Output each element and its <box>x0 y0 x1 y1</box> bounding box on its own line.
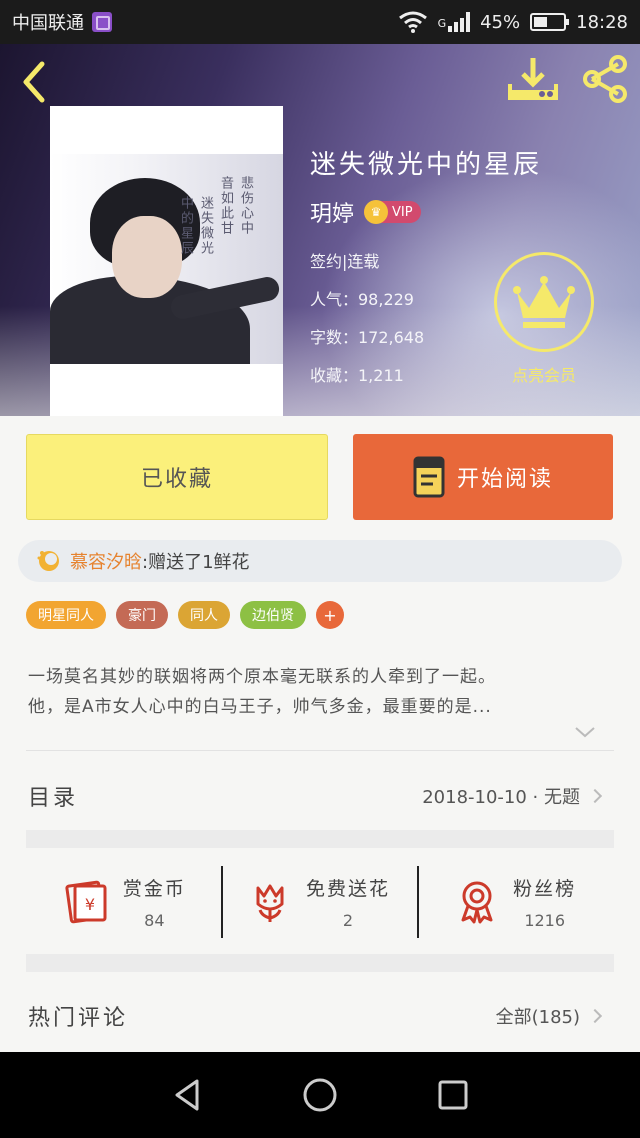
stat-name: 赏金币 <box>122 878 186 900</box>
chevron-right-icon <box>587 788 603 804</box>
gift-announcement[interactable]: 慕容汐晗 :赠送了1鲜花 <box>18 540 622 582</box>
synopsis-line: 一场莫名其妙的联姻将两个原本毫无联系的人牵到了一起。 <box>28 667 496 687</box>
add-tag-button[interactable]: + <box>316 601 344 629</box>
free-flowers-stat[interactable]: 免费送花 2 <box>220 866 418 938</box>
gift-user: 慕容汐晗 <box>70 552 142 573</box>
crown-icon <box>513 276 575 328</box>
start-reading-button[interactable]: 开始阅读 <box>353 434 613 520</box>
stat-name: 粉丝榜 <box>513 878 577 900</box>
vip-label: VIP <box>392 204 413 220</box>
member-button[interactable]: 点亮会员 <box>492 252 596 386</box>
triangle-back-icon <box>175 1079 199 1111</box>
book-cover[interactable]: 中的星辰 迷失微光 音如此甘 悲伤心中 <box>50 106 283 416</box>
nav-back-button[interactable] <box>167 1075 207 1115</box>
signal-icon <box>448 12 471 32</box>
synopsis[interactable]: 一场莫名其妙的联姻将两个原本毫无联系的人牵到了一起。 他，是A市女人心中的白马王… <box>28 662 618 722</box>
svg-text:¥: ¥ <box>85 895 95 914</box>
word-count: 字数：172,648 <box>310 328 425 347</box>
book-icon <box>413 456 445 498</box>
tag-item[interactable]: 边伯贤 <box>240 601 306 629</box>
chevron-down-icon[interactable] <box>574 724 596 740</box>
toc-label: 目录 <box>28 786 79 811</box>
flower-icon <box>256 884 284 922</box>
fan-ranking-stat[interactable]: 粉丝榜 1216 <box>417 866 614 938</box>
nav-recents-button[interactable] <box>433 1075 473 1115</box>
collected-button[interactable]: 已收藏 <box>26 434 328 520</box>
stat-value: 84 <box>144 911 165 930</box>
book-header: 中的星辰 迷失微光 音如此甘 悲伤心中 迷失微光中的星辰 玥婷 ♛ VIP 签约… <box>0 44 640 416</box>
system-nav-bar <box>0 1052 640 1138</box>
stats-row: ¥ 赏金币 84 免费送花 2 粉丝榜 1216 <box>26 866 614 938</box>
cover-text: 中的星辰 <box>178 196 193 256</box>
stat-value: 2 <box>342 911 354 930</box>
cover-text: 音如此甘 <box>218 176 233 236</box>
share-icon[interactable] <box>580 54 630 104</box>
battery-percent: 45% <box>480 11 521 33</box>
tag-item[interactable]: 同人 <box>178 601 230 629</box>
carrier-name: 中国联通 <box>12 13 84 34</box>
table-of-contents-row[interactable]: 目录 2018-10-10 · 无题 <box>28 776 603 816</box>
red-envelope-icon: ¥ <box>65 880 107 924</box>
latest-chapter: 2018-10-10 · 无题 <box>422 787 580 808</box>
square-recents-icon <box>438 1080 468 1110</box>
nav-home-button[interactable] <box>300 1075 340 1115</box>
wifi-icon <box>398 11 427 33</box>
start-reading-label: 开始阅读 <box>456 467 553 492</box>
cover-text: 悲伤心中 <box>238 176 253 236</box>
back-arrow-icon[interactable] <box>18 58 54 106</box>
stat-value: 1216 <box>524 911 566 930</box>
crown-icon: ♛ <box>364 200 389 224</box>
book-title: 迷失微光中的星辰 <box>310 150 543 180</box>
all-comments-link[interactable]: 全部(185) <box>496 1003 580 1029</box>
flower-icon <box>37 551 59 571</box>
author-row: 玥婷 ♛ VIP <box>310 196 421 228</box>
ribbon-medal-icon <box>461 881 493 924</box>
popularity: 人气：98,229 <box>310 290 414 309</box>
clock: 18:28 <box>576 11 628 33</box>
download-icon[interactable] <box>506 54 560 104</box>
tag-item[interactable]: 明星同人 <box>26 601 106 629</box>
tag-item[interactable]: 豪门 <box>116 601 168 629</box>
network-type: G <box>437 17 447 30</box>
chevron-right-icon <box>587 1008 603 1024</box>
comments-label: 热门评论 <box>28 1006 129 1031</box>
author-name[interactable]: 玥婷 <box>310 196 354 228</box>
app-notification-icon <box>92 12 112 32</box>
collected-label: 已收藏 <box>140 467 213 492</box>
favorites-count: 收藏：1,211 <box>310 366 404 385</box>
stat-name: 免费送花 <box>306 878 391 900</box>
circle-home-icon <box>303 1078 337 1112</box>
status-bar: 中国联通 G 45% 18:28 <box>0 0 640 44</box>
book-status: 签约|连载 <box>310 252 380 271</box>
cover-text: 迷失微光 <box>198 196 213 256</box>
battery-icon <box>530 13 570 31</box>
tag-list: 明星同人 豪门 同人 边伯贤 + <box>26 601 344 629</box>
gift-message: :赠送了1鲜花 <box>142 552 250 573</box>
vip-badge: ♛ VIP <box>364 200 421 224</box>
hot-comments-header[interactable]: 热门评论 全部(185) <box>28 996 603 1036</box>
synopsis-line: 他，是A市女人心中的白马王子，帅气多金，最重要的是... <box>28 697 492 717</box>
divider <box>26 750 614 751</box>
member-label: 点亮会员 <box>511 366 576 385</box>
section-separator <box>26 954 614 972</box>
reward-coins-stat[interactable]: ¥ 赏金币 84 <box>26 866 221 938</box>
section-separator <box>26 830 614 848</box>
